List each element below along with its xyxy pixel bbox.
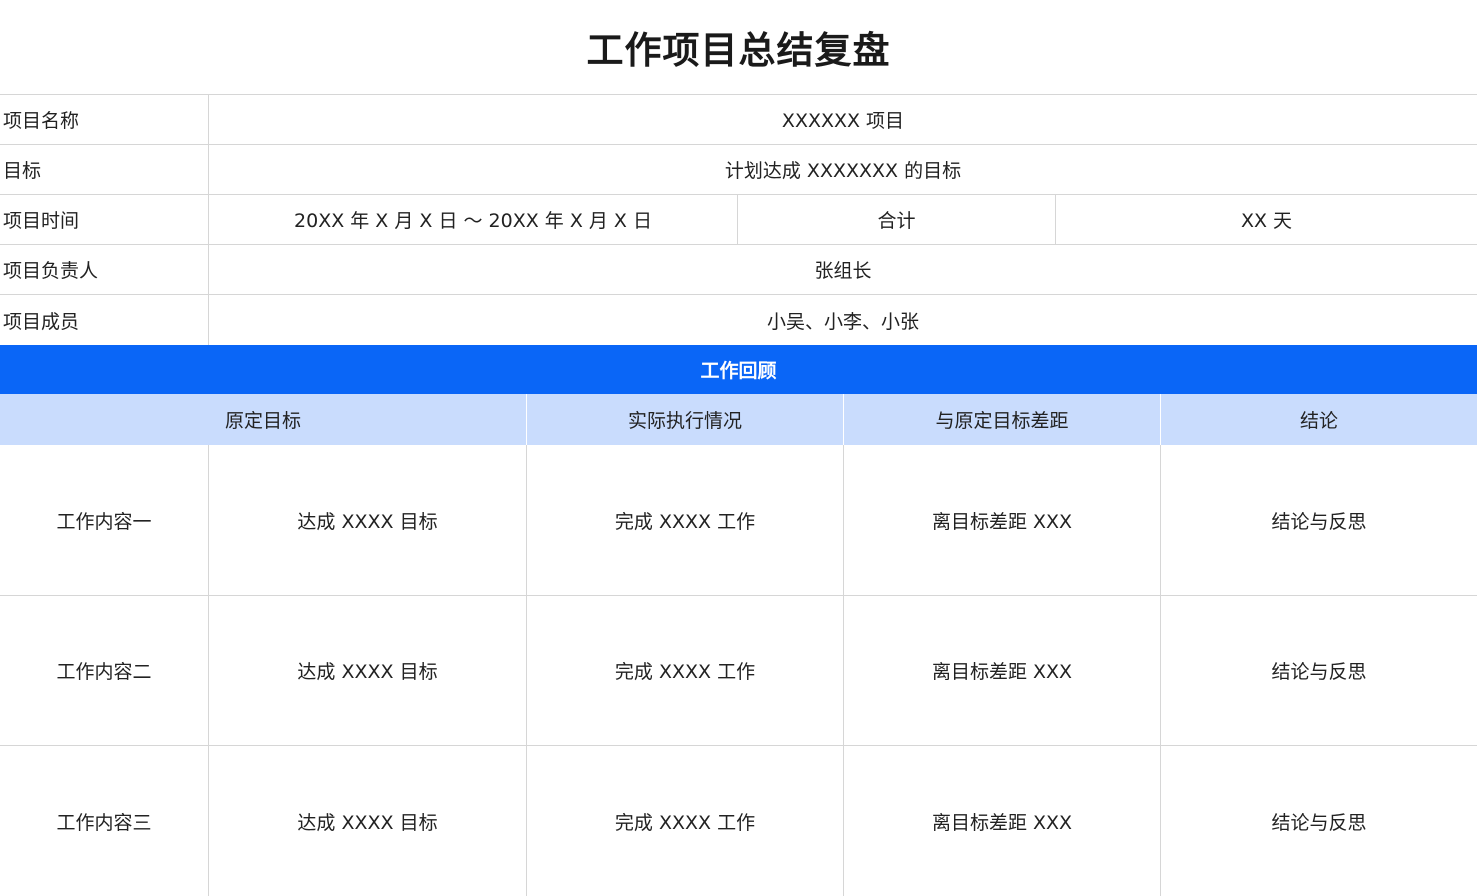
owner-value: 张组长: [814, 260, 872, 282]
row-gap: 离目标差距 XXX: [931, 661, 1073, 683]
time-value: 20XX 年 X 月 X 日 ～ 20XX 年 X 月 X 日: [294, 210, 652, 232]
total-value: XX 天: [1240, 210, 1293, 232]
project-name-value: XXXXXX 项目: [781, 110, 905, 132]
goal-label: 目标: [3, 160, 42, 182]
header-gap: 与原定目标差距: [935, 410, 1069, 432]
row-actual: 完成 XXXX 工作: [614, 510, 756, 533]
row-name: 工作内容二: [56, 661, 152, 683]
row-actual: 完成 XXXX 工作: [614, 811, 756, 834]
row-actual: 完成 XXXX 工作: [614, 661, 756, 683]
members-value: 小吴、小李、小张: [766, 310, 919, 333]
row-name: 工作内容三: [56, 811, 152, 834]
row-conclusion: 结论与反思: [1271, 811, 1367, 834]
section-title-work-review: 工作回顾: [0, 345, 1477, 394]
row-conclusion: 结论与反思: [1271, 661, 1367, 683]
row-target: 达成 XXXX 目标: [297, 661, 438, 683]
row-name: 工作内容一: [56, 510, 152, 533]
row-gap: 离目标差距 XXX: [931, 510, 1073, 533]
row-gap: 离目标差距 XXX: [931, 811, 1073, 834]
header-original-target: 原定目标: [224, 410, 301, 432]
row-conclusion: 结论与反思: [1271, 510, 1367, 533]
owner-label: 项目负责人: [3, 260, 99, 282]
total-label: 合计: [877, 210, 916, 232]
header-conclusion: 结论: [1299, 410, 1338, 432]
members-label: 项目成员: [3, 310, 80, 333]
row-target: 达成 XXXX 目标: [297, 510, 438, 533]
page-title: 工作项目总结复盘: [586, 29, 891, 72]
row-target: 达成 XXXX 目标: [297, 811, 438, 834]
goal-value: 计划达成 XXXXXXX 的目标: [724, 160, 962, 182]
header-actual-execution: 实际执行情况: [627, 410, 742, 432]
time-label: 项目时间: [3, 210, 80, 232]
project-name-label: 项目名称: [3, 110, 80, 132]
